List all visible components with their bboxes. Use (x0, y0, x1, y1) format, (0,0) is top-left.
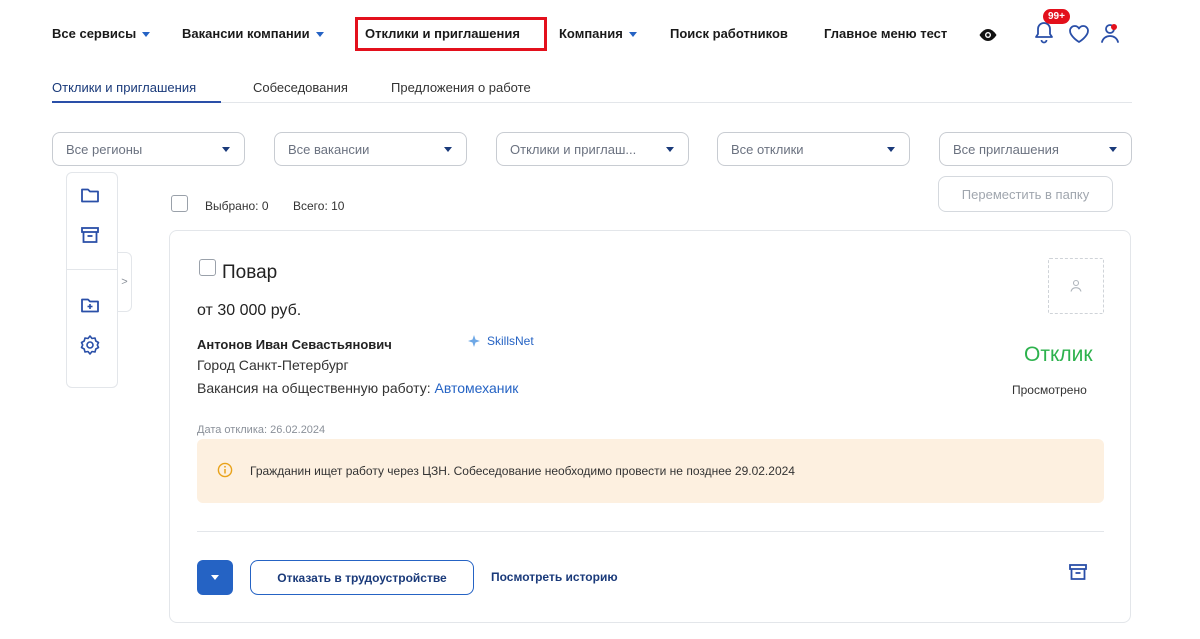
filter-invitations[interactable]: Все приглашения (939, 132, 1132, 166)
chevron-down-icon (315, 31, 324, 37)
nav-company[interactable]: Компания (559, 26, 637, 41)
view-history-link[interactable]: Посмотреть историю (491, 570, 618, 584)
card-divider (197, 531, 1104, 532)
candidate-city: Город Санкт-Петербург (197, 357, 349, 373)
response-date: Дата отклика: 26.02.2024 (197, 424, 326, 436)
tab-responses-invitations[interactable]: Отклики и приглашения (52, 80, 196, 95)
status-viewed: Просмотрено (1012, 383, 1087, 397)
vacancy-line: Вакансия на общественную работу: Автомех… (197, 380, 519, 396)
chevron-down-icon (142, 31, 151, 37)
nav-main-menu-test[interactable]: Главное меню тест (824, 26, 947, 41)
chevron-down-icon (666, 147, 674, 152)
card-checkbox[interactable] (199, 259, 216, 276)
salary: от 30 000 руб. (197, 302, 302, 319)
alert-message: Гражданин ищет работу через ЦЗН. Собесед… (250, 464, 795, 478)
user-notification-dot (1111, 24, 1117, 30)
avatar (1048, 258, 1104, 314)
heart-icon[interactable] (1068, 24, 1090, 49)
reject-employment-button[interactable]: Отказать в трудоустройстве (250, 560, 474, 595)
status-badge: Отклик (1024, 343, 1093, 366)
archive-icon[interactable] (80, 225, 100, 250)
select-all-checkbox[interactable] (171, 195, 188, 212)
filter-responses[interactable]: Все отклики (717, 132, 910, 166)
chevron-down-icon (1109, 147, 1117, 152)
nav-company-vacancies[interactable]: Вакансии компании (182, 26, 324, 41)
move-to-folder-button[interactable]: Переместить в папку (938, 176, 1113, 212)
folder-icon[interactable] (80, 186, 100, 209)
filter-vacancies[interactable]: Все вакансии (274, 132, 467, 166)
info-alert: Гражданин ищет работу через ЦЗН. Собесед… (197, 439, 1104, 503)
tab-job-offers[interactable]: Предложения о работе (391, 80, 531, 95)
tab-active-indicator (52, 101, 221, 103)
panel-expand-chevron[interactable]: > (118, 252, 132, 312)
top-nav: Все сервисы Вакансии компании Отклики и … (0, 0, 1200, 70)
selected-count: Выбрано: 0 (205, 199, 269, 213)
archive-icon[interactable] (1068, 562, 1088, 587)
candidate-name[interactable]: Антонов Иван Севастьянович (197, 337, 392, 352)
nav-all-services[interactable]: Все сервисы (52, 26, 151, 41)
chevron-down-icon (887, 147, 895, 152)
actions-dropdown-button[interactable] (197, 560, 233, 595)
nav-search-workers[interactable]: Поиск работников (670, 26, 788, 41)
nav-responses-invitations[interactable]: Отклики и приглашения (365, 26, 520, 41)
chevron-down-icon (222, 147, 230, 152)
eye-icon[interactable] (978, 27, 998, 48)
user-placeholder-icon (1070, 279, 1082, 292)
bell-icon[interactable] (1034, 20, 1054, 49)
filter-response-type[interactable]: Отклики и приглаш... (496, 132, 689, 166)
notification-badge: 99+ (1043, 9, 1070, 24)
chevron-down-icon (628, 31, 637, 37)
tab-interviews[interactable]: Собеседования (253, 80, 348, 95)
skillsnet-icon (468, 335, 480, 347)
folder-plus-icon[interactable] (80, 296, 100, 319)
panel-divider (67, 269, 117, 270)
job-title: Повар (222, 262, 278, 283)
info-icon (217, 462, 233, 483)
total-count: Всего: 10 (293, 199, 345, 213)
vacancy-link[interactable]: Автомеханик (434, 380, 518, 396)
skillsnet-link[interactable]: SkillsNet (467, 334, 534, 348)
filter-regions[interactable]: Все регионы (52, 132, 245, 166)
settings-icon[interactable] (79, 334, 101, 361)
chevron-down-icon (444, 147, 452, 152)
